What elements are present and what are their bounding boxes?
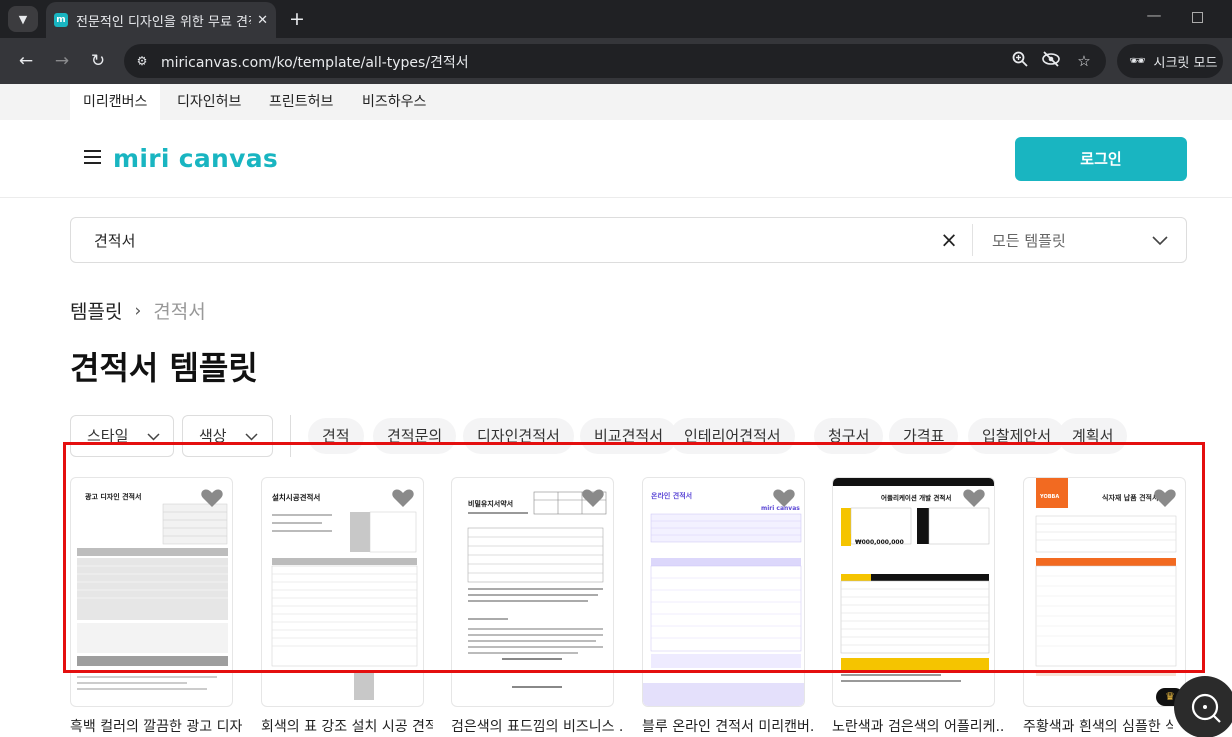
- breadcrumb-current: 견적서: [153, 301, 206, 323]
- template-caption[interactable]: 주황색과 흰색의 심플한 식자...: [1023, 716, 1173, 736]
- plus-icon[interactable]: +: [284, 6, 310, 32]
- tab-search-button[interactable]: ▼: [8, 6, 38, 32]
- keyword-chip[interactable]: 견적: [308, 418, 364, 454]
- page-title: 견적서 템플릿: [70, 349, 258, 387]
- filter-divider: [290, 415, 291, 457]
- keyword-chip[interactable]: 견적문의: [373, 418, 457, 454]
- login-button[interactable]: 로그인: [1015, 137, 1187, 181]
- topnav-item-designhub[interactable]: 디자인허브: [164, 84, 254, 120]
- site-family-nav: 미리캔버스 디자인허브 프린트허브 비즈하우스: [0, 84, 1232, 120]
- incognito-icon: 🕶: [1129, 53, 1146, 69]
- reload-icon[interactable]: ↻: [86, 50, 110, 72]
- star-icon[interactable]: ☆: [1073, 50, 1095, 72]
- keyword-chip[interactable]: 인테리어견적서: [670, 418, 795, 454]
- doc-title: 어플리케이션 개발 견적서: [881, 493, 951, 502]
- chevron-down-icon: [147, 433, 160, 441]
- heart-icon[interactable]: [391, 487, 415, 509]
- template-caption[interactable]: 흑백 컬러의 깔끔한 광고 디자...: [70, 716, 242, 736]
- doc-title: 광고 디자인 견적서: [85, 492, 141, 501]
- color-filter-dropdown[interactable]: 색상: [182, 415, 273, 457]
- forward-arrow-icon[interactable]: →: [50, 50, 74, 72]
- url-text[interactable]: miricanvas.com/ko/template/all-types/견적서: [161, 52, 469, 72]
- template-caption[interactable]: 노란색과 검은색의 어플리케...: [832, 716, 1004, 736]
- minimize-icon[interactable]: —: [1142, 6, 1166, 30]
- miricanvas-favicon-icon: m: [54, 13, 68, 27]
- template-thumbnail: 설치시공견적서: [271, 492, 418, 700]
- doc-title: 비밀유지서약서: [468, 499, 513, 508]
- breadcrumb-root[interactable]: 템플릿: [70, 297, 122, 324]
- maximize-icon[interactable]: [1192, 12, 1203, 23]
- zoom-icon[interactable]: [1009, 50, 1031, 72]
- template-card[interactable]: 비밀유지서약서: [451, 477, 614, 707]
- topnav-item-miricanvas[interactable]: 미리캔버스: [70, 84, 161, 120]
- template-caption[interactable]: 검은색의 표드낌의 비즈니스 ...: [451, 716, 623, 736]
- close-icon[interactable]: ✕: [257, 13, 268, 28]
- template-thumbnail: 어플리케이션 개발 견적서 ₩000,000,000: [833, 478, 994, 682]
- heart-icon[interactable]: [1153, 487, 1177, 509]
- topnav-item-printhub[interactable]: 프린트허브: [256, 84, 346, 120]
- template-thumbnail: 비밀유지서약서: [467, 491, 607, 688]
- breadcrumb: 템플릿 › 견적서: [70, 297, 206, 324]
- doc-amount: ₩000,000,000: [855, 539, 904, 546]
- style-filter-dropdown[interactable]: 스타일: [70, 415, 174, 457]
- help-chat-button[interactable]: [1174, 676, 1232, 737]
- chevron-down-icon[interactable]: [1152, 232, 1168, 248]
- incognito-label: 시크릿 모드: [1153, 55, 1218, 71]
- template-thumbnail: 광고 디자인 견적서: [77, 492, 228, 690]
- template-thumbnail: YOBBA 식자재 납품 견적서: [1035, 478, 1177, 676]
- template-card[interactable]: YOBBA 식자재 납품 견적서: [1023, 477, 1186, 707]
- chevron-down-icon: [245, 433, 258, 441]
- miricanvas-logo[interactable]: miri canvas: [113, 144, 278, 173]
- chevron-down-icon: ▼: [18, 12, 28, 26]
- search-divider: [972, 224, 973, 256]
- browser-tab[interactable]: m 전문적인 디자인을 위한 무료 견적서 템플릿 ✕: [46, 2, 276, 38]
- doc-title: 설치시공견적서: [272, 492, 320, 502]
- doc-title: 식자재 납품 견적서: [1102, 493, 1158, 502]
- chevron-right-icon: ›: [134, 300, 142, 321]
- doc-brand: YOBBA: [1039, 494, 1059, 500]
- tune-icon[interactable]: ⚙: [131, 50, 153, 72]
- template-card[interactable]: 설치시공견적서: [261, 477, 424, 707]
- chat-bubble-icon: [1191, 693, 1221, 723]
- heart-icon[interactable]: [581, 487, 605, 509]
- template-thumbnail: 온라인 견적서 miri canvas: [643, 478, 804, 706]
- keyword-chip[interactable]: 청구서: [814, 418, 884, 454]
- topnav-item-bizhouse[interactable]: 비즈하우스: [349, 84, 439, 120]
- keyword-chip[interactable]: 디자인견적서: [463, 418, 574, 454]
- doc-title: 온라인 견적서: [651, 491, 692, 500]
- template-caption[interactable]: 회색의 표 강조 설치 시공 견적...: [261, 716, 433, 736]
- heart-icon[interactable]: [200, 487, 224, 509]
- tab-title: 전문적인 디자인을 위한 무료 견적서 템플릿: [76, 14, 251, 30]
- template-card[interactable]: 광고 디자인 견적서: [70, 477, 233, 707]
- color-filter-label: 색상: [199, 427, 227, 445]
- keyword-chip[interactable]: 계획서: [1058, 418, 1128, 454]
- keyword-chip[interactable]: 입찰제안서: [968, 418, 1066, 454]
- template-card[interactable]: 어플리케이션 개발 견적서 ₩000,000,000: [832, 477, 995, 707]
- style-filter-label: 스타일: [87, 427, 129, 445]
- keyword-chip[interactable]: 비교견적서: [580, 418, 678, 454]
- template-type-select[interactable]: 모든 템플릿: [992, 230, 1066, 251]
- heart-icon[interactable]: [772, 487, 796, 509]
- template-card[interactable]: 온라인 견적서 miri canvas: [642, 477, 805, 707]
- template-caption[interactable]: 블루 온라인 견적서 미리캔버...: [642, 716, 814, 736]
- back-arrow-icon[interactable]: ←: [14, 50, 38, 72]
- hamburger-menu-icon[interactable]: [84, 150, 101, 164]
- close-icon[interactable]: ×: [938, 229, 960, 251]
- search-input[interactable]: 견적서: [94, 230, 135, 251]
- eye-off-icon[interactable]: [1040, 50, 1062, 72]
- heart-icon[interactable]: [962, 487, 986, 509]
- incognito-button[interactable]: 🕶 시크릿 모드: [1117, 44, 1223, 78]
- keyword-chip[interactable]: 가격표: [889, 418, 959, 454]
